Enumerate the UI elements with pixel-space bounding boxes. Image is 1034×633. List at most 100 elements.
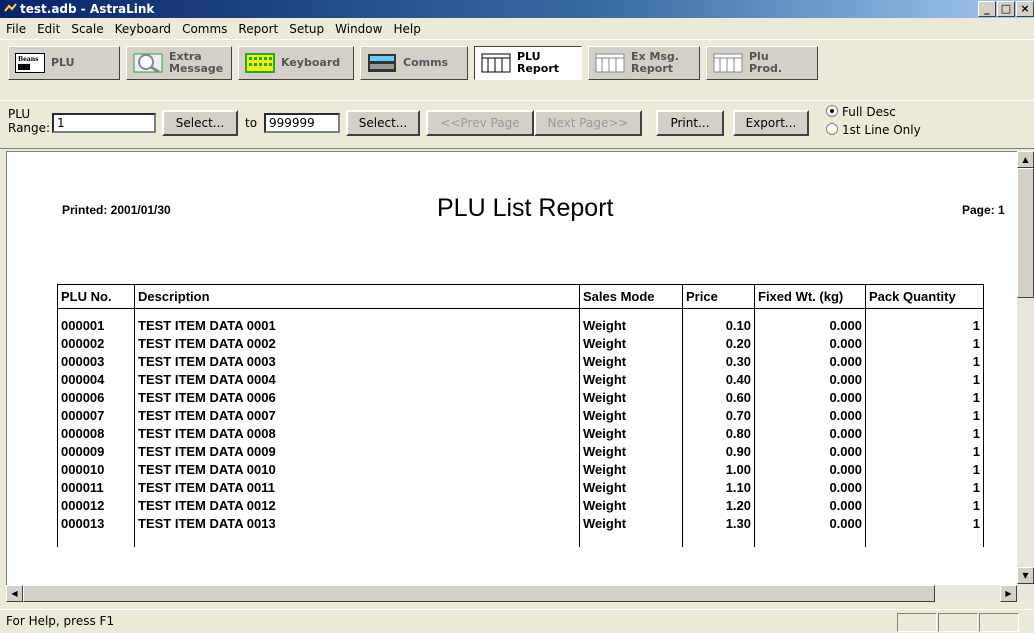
table-cell: 0.000 <box>754 425 866 443</box>
report-icon <box>595 53 625 73</box>
table-cell: 0.000 <box>754 335 866 353</box>
table-cell: 0.000 <box>754 389 866 407</box>
table-cell: TEST ITEM DATA 0013 <box>134 515 580 547</box>
table-cell: 0.000 <box>754 443 866 461</box>
scroll-right-icon[interactable]: ▶ <box>1000 585 1017 602</box>
table-row: 000003 TEST ITEM DATA 0003 Weight 0.30 0.000… <box>57 353 984 371</box>
tab-plu-prod[interactable]: Plu Prod. <box>706 46 818 80</box>
table-cell: Weight <box>579 407 683 425</box>
report-title: PLU List Report <box>437 194 614 222</box>
table-cell: 000009 <box>57 443 135 461</box>
status-bar: For Help, press F1 <box>0 609 1034 633</box>
table-cell: 0.000 <box>754 407 866 425</box>
column-header-pack-quantity: Pack Quantity <box>865 284 984 309</box>
scroll-down-icon[interactable]: ▼ <box>1017 567 1034 584</box>
table-cell: Weight <box>579 515 683 547</box>
table-cell: 1 <box>865 461 984 479</box>
menu-comms[interactable]: Comms <box>180 19 229 39</box>
table-cell: TEST ITEM DATA 0010 <box>134 461 580 479</box>
page-number: Page: 1 <box>962 203 1005 217</box>
tab-ex-msg-report[interactable]: Ex Msg. Report <box>588 46 700 80</box>
next-page-button[interactable]: Next Page>> <box>534 110 642 136</box>
table-row: 000008 TEST ITEM DATA 0008 Weight 0.80 0.000… <box>57 425 984 443</box>
menu-setup[interactable]: Setup <box>287 19 326 39</box>
column-header-price: Price <box>682 284 755 309</box>
status-panel <box>938 613 978 632</box>
table-cell: 000012 <box>57 497 135 515</box>
menu-edit[interactable]: Edit <box>35 19 62 39</box>
printed-date: Printed: 2001/01/30 <box>62 203 171 217</box>
tab-plu-report[interactable]: PLU Report <box>474 46 582 80</box>
menu-keyboard[interactable]: Keyboard <box>113 19 173 39</box>
table-cell: 0.90 <box>682 443 755 461</box>
table-cell: 000007 <box>57 407 135 425</box>
scroll-up-icon[interactable]: ▲ <box>1017 151 1034 168</box>
table-cell: TEST ITEM DATA 0011 <box>134 479 580 497</box>
table-cell: 000006 <box>57 389 135 407</box>
prev-page-button[interactable]: <<Prev Page <box>426 110 534 136</box>
menu-help[interactable]: Help <box>391 19 422 39</box>
scroll-left-icon[interactable]: ◀ <box>6 585 23 602</box>
function-toolbar: Beans PLU Extra Message Keyboard Comms P… <box>0 39 1034 101</box>
table-cell: 1 <box>865 443 984 461</box>
vertical-scrollbar[interactable]: ▲ ▼ <box>1017 151 1034 602</box>
table-cell: TEST ITEM DATA 0006 <box>134 389 580 407</box>
tab-keyboard[interactable]: Keyboard <box>238 46 354 80</box>
select-from-button[interactable]: Select... <box>162 110 238 136</box>
table-row: 000009 TEST ITEM DATA 0009 Weight 0.90 0.000… <box>57 443 984 461</box>
range-toolbar: PLU Range: 1 Select... to 999999 Select..… <box>0 100 1034 149</box>
table-cell: 1 <box>865 389 984 407</box>
column-header-description: Description <box>134 284 580 309</box>
tab-comms[interactable]: Comms <box>360 46 468 80</box>
table-cell: 1 <box>865 479 984 497</box>
menu-scale[interactable]: Scale <box>69 19 105 39</box>
scale-comms-icon <box>368 54 396 72</box>
maximize-button[interactable]: □ <box>997 1 1015 17</box>
select-to-button[interactable]: Select... <box>346 110 420 136</box>
plu-from-input[interactable]: 1 <box>52 113 156 133</box>
table-cell: 0.80 <box>682 425 755 443</box>
table-cell: Weight <box>579 461 683 479</box>
plu-to-input[interactable]: 999999 <box>264 113 340 133</box>
menu-report[interactable]: Report <box>236 19 280 39</box>
table-row: 000002 TEST ITEM DATA 0002 Weight 0.20 0.000… <box>57 335 984 353</box>
table-cell: 1 <box>865 497 984 515</box>
table-cell: 0.10 <box>682 308 755 335</box>
table-cell: Weight <box>579 389 683 407</box>
table-row: 000011 TEST ITEM DATA 0011 Weight 1.10 0.000… <box>57 479 984 497</box>
radio-selected-icon <box>826 105 838 117</box>
table-cell: Weight <box>579 479 683 497</box>
keyboard-icon <box>245 53 275 73</box>
full-desc-radio[interactable]: Full Desc <box>826 105 896 119</box>
menu-file[interactable]: File <box>4 19 28 39</box>
table-cell: 000003 <box>57 353 135 371</box>
export-button[interactable]: Export... <box>733 110 809 136</box>
report-view[interactable]: Printed: 2001/01/30 PLU List Report Page… <box>6 151 1019 586</box>
table-cell: TEST ITEM DATA 0009 <box>134 443 580 461</box>
column-header-sales-mode: Sales Mode <box>579 284 683 309</box>
plu-report-table: PLU No. Description Sales Mode Price Fix… <box>57 284 984 547</box>
minimize-button[interactable]: _ <box>978 1 996 17</box>
table-cell: 0.000 <box>754 353 866 371</box>
menu-window[interactable]: Window <box>333 19 384 39</box>
table-cell: 1 <box>865 335 984 353</box>
first-line-only-radio[interactable]: 1st Line Only <box>826 123 921 137</box>
table-cell: TEST ITEM DATA 0012 <box>134 497 580 515</box>
title-bar[interactable]: test.adb - AstraLink _ □ × <box>0 0 1034 18</box>
table-cell: Weight <box>579 353 683 371</box>
horizontal-scroll-thumb[interactable] <box>23 585 935 602</box>
print-button[interactable]: Print... <box>656 110 724 136</box>
horizontal-scrollbar[interactable]: ◀ ▶ <box>6 585 1017 602</box>
vertical-scroll-thumb[interactable] <box>1017 168 1034 298</box>
table-row: 000013 TEST ITEM DATA 0013 Weight 1.30 0.000… <box>57 515 984 547</box>
table-cell: 1 <box>865 353 984 371</box>
close-button[interactable]: × <box>1016 1 1034 17</box>
table-cell: 0.30 <box>682 353 755 371</box>
tab-plu[interactable]: Beans PLU <box>8 46 120 80</box>
table-cell: 1 <box>865 515 984 547</box>
tab-extra-message[interactable]: Extra Message <box>126 46 232 80</box>
table-cell: 1 <box>865 308 984 335</box>
table-cell: Weight <box>579 308 683 335</box>
table-cell: 000001 <box>57 308 135 335</box>
table-cell: 000013 <box>57 515 135 547</box>
